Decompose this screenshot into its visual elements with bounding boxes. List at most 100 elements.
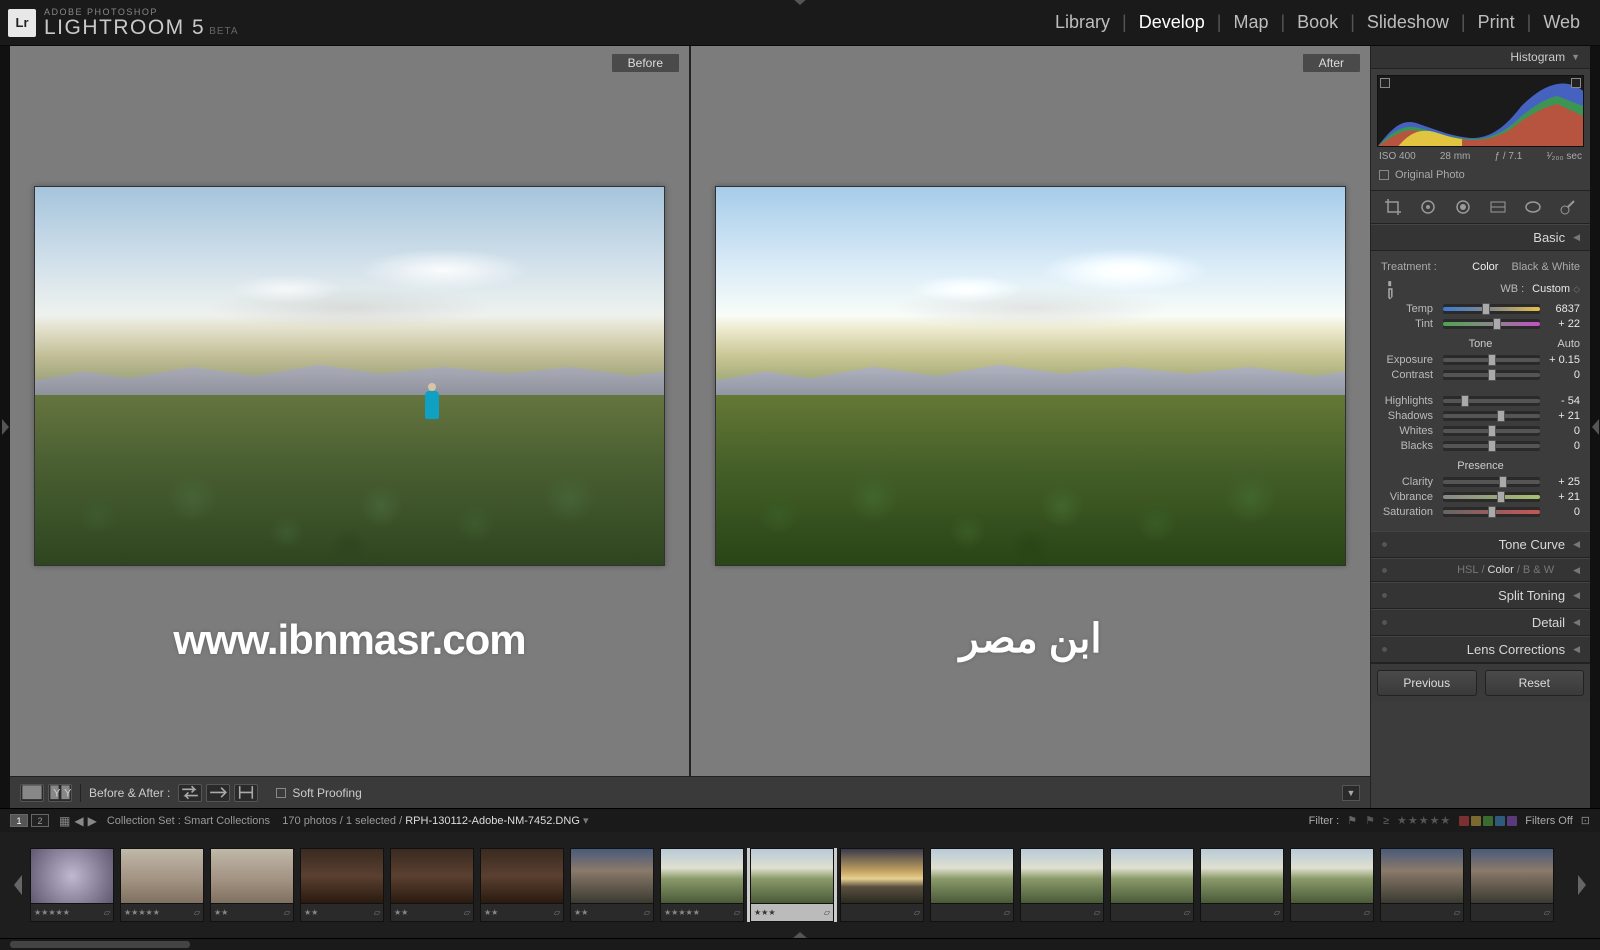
shadows-slider[interactable] bbox=[1443, 411, 1540, 421]
reset-button[interactable]: Reset bbox=[1485, 670, 1585, 696]
exposure-slider[interactable] bbox=[1443, 355, 1540, 365]
filmstrip-thumb[interactable]: ★★▱ bbox=[210, 848, 294, 922]
filmstrip-thumb[interactable]: ▱ bbox=[1200, 848, 1284, 922]
ba-copy-settings-button[interactable] bbox=[234, 784, 258, 802]
exposure-value[interactable]: + 0.15 bbox=[1544, 354, 1580, 366]
filter-lock-icon[interactable]: ⊡ bbox=[1581, 814, 1590, 827]
filmstrip-thumb[interactable]: ★★★▱ bbox=[750, 848, 834, 922]
module-book[interactable]: Book bbox=[1291, 12, 1344, 33]
filmstrip-thumb[interactable]: ★★★★★▱ bbox=[120, 848, 204, 922]
wb-eyedropper-icon[interactable] bbox=[1378, 278, 1401, 301]
toolbar-options-dropdown[interactable]: ▼ bbox=[1342, 785, 1360, 801]
tint-value[interactable]: + 22 bbox=[1544, 318, 1580, 330]
filmstrip-scrollbar[interactable] bbox=[0, 938, 1600, 950]
vibrance-value[interactable]: + 21 bbox=[1544, 491, 1580, 503]
hsl-header[interactable]: HSL/Color/B & W◀ bbox=[1371, 558, 1590, 582]
filmstrip-thumb[interactable]: ★★▱ bbox=[390, 848, 474, 922]
filmstrip-next-icon[interactable] bbox=[1578, 875, 1586, 895]
color-label-red[interactable] bbox=[1459, 816, 1469, 826]
soft-proofing-toggle[interactable]: Soft Proofing bbox=[276, 786, 361, 800]
radial-filter-tool[interactable] bbox=[1520, 197, 1546, 217]
basic-panel-header[interactable]: Basic◀ bbox=[1371, 224, 1590, 251]
saturation-value[interactable]: 0 bbox=[1544, 506, 1580, 518]
treatment-color[interactable]: Color bbox=[1472, 261, 1498, 273]
contrast-slider[interactable] bbox=[1443, 370, 1540, 380]
filmstrip-thumb[interactable]: ★★▱ bbox=[570, 848, 654, 922]
filmstrip-thumb[interactable]: ▱ bbox=[840, 848, 924, 922]
filmstrip-thumb[interactable]: ▱ bbox=[930, 848, 1014, 922]
module-map[interactable]: Map bbox=[1227, 12, 1274, 33]
ba-swap-button[interactable] bbox=[178, 784, 202, 802]
whites-value[interactable]: 0 bbox=[1544, 425, 1580, 437]
filmstrip-thumb[interactable]: ★★▱ bbox=[480, 848, 564, 922]
filter-flag-icon[interactable]: ⚑ bbox=[1347, 814, 1357, 827]
color-label-yellow[interactable] bbox=[1471, 816, 1481, 826]
module-print[interactable]: Print bbox=[1472, 12, 1521, 33]
nav-back-icon[interactable]: ◀ bbox=[74, 814, 83, 828]
ba-copy-button[interactable] bbox=[206, 784, 230, 802]
compare-view-button[interactable]: YY bbox=[48, 784, 72, 802]
color-label-blue[interactable] bbox=[1495, 816, 1505, 826]
nav-forward-icon[interactable]: ▶ bbox=[88, 814, 97, 828]
whites-slider[interactable] bbox=[1443, 426, 1540, 436]
filmstrip-prev-icon[interactable] bbox=[14, 875, 22, 895]
vibrance-slider[interactable] bbox=[1443, 492, 1540, 502]
module-library[interactable]: Library bbox=[1049, 12, 1116, 33]
saturation-slider[interactable] bbox=[1443, 507, 1540, 517]
detail-header[interactable]: Detail◀ bbox=[1371, 609, 1590, 636]
filters-off-dropdown[interactable]: Filters Off bbox=[1525, 815, 1572, 827]
before-photo[interactable] bbox=[34, 186, 665, 566]
auto-tone-button[interactable]: Auto bbox=[1557, 338, 1580, 350]
redeye-tool[interactable] bbox=[1450, 197, 1476, 217]
highlights-value[interactable]: - 54 bbox=[1544, 395, 1580, 407]
spot-removal-tool[interactable] bbox=[1415, 197, 1441, 217]
filmstrip-thumb[interactable]: ▱ bbox=[1020, 848, 1104, 922]
previous-button[interactable]: Previous bbox=[1377, 670, 1477, 696]
adjustment-brush-tool[interactable] bbox=[1555, 197, 1581, 217]
color-label-purple[interactable] bbox=[1507, 816, 1517, 826]
wb-dropdown[interactable]: Custom◇ bbox=[1532, 283, 1580, 295]
display-1-button[interactable]: 1 bbox=[10, 814, 28, 827]
histogram-graph[interactable] bbox=[1377, 75, 1584, 147]
blacks-value[interactable]: 0 bbox=[1544, 440, 1580, 452]
panel-collapse-top-icon[interactable] bbox=[792, 0, 808, 5]
filmstrip-thumb[interactable]: ▱ bbox=[1470, 848, 1554, 922]
module-develop[interactable]: Develop bbox=[1133, 12, 1211, 33]
blacks-slider[interactable] bbox=[1443, 441, 1540, 451]
contrast-value[interactable]: 0 bbox=[1544, 369, 1580, 381]
highlight-clip-indicator[interactable] bbox=[1571, 78, 1581, 88]
shadows-value[interactable]: + 21 bbox=[1544, 410, 1580, 422]
temp-slider[interactable] bbox=[1443, 304, 1540, 314]
module-slideshow[interactable]: Slideshow bbox=[1361, 12, 1455, 33]
collection-path[interactable]: Collection Set : Smart Collections bbox=[107, 815, 270, 827]
graduated-filter-tool[interactable] bbox=[1485, 197, 1511, 217]
shadow-clip-indicator[interactable] bbox=[1380, 78, 1390, 88]
filmstrip-thumb[interactable]: ▱ bbox=[1110, 848, 1194, 922]
histogram-header[interactable]: Histogram▼ bbox=[1371, 46, 1590, 69]
color-label-green[interactable] bbox=[1483, 816, 1493, 826]
after-photo[interactable] bbox=[715, 186, 1346, 566]
current-filename[interactable]: RPH-130112-Adobe-NM-7452.DNG bbox=[405, 815, 580, 827]
split-toning-header[interactable]: Split Toning◀ bbox=[1371, 582, 1590, 609]
crop-tool[interactable] bbox=[1380, 197, 1406, 217]
filmstrip-thumb[interactable]: ★★▱ bbox=[300, 848, 384, 922]
filmstrip-thumb[interactable]: ▱ bbox=[1380, 848, 1464, 922]
highlights-slider[interactable] bbox=[1443, 396, 1540, 406]
tint-slider[interactable] bbox=[1443, 319, 1540, 329]
right-panel-collapse-icon[interactable] bbox=[1590, 46, 1600, 808]
filmstrip-thumb[interactable]: ★★★★★▱ bbox=[660, 848, 744, 922]
filmstrip-thumb[interactable]: ★★★★★▱ bbox=[30, 848, 114, 922]
temp-value[interactable]: 6837 bbox=[1544, 303, 1580, 315]
filter-reject-icon[interactable]: ⚑ bbox=[1365, 814, 1375, 827]
left-panel-expand-icon[interactable] bbox=[0, 46, 10, 808]
clarity-slider[interactable] bbox=[1443, 477, 1540, 487]
loupe-view-button[interactable] bbox=[20, 784, 44, 802]
display-2-button[interactable]: 2 bbox=[31, 814, 49, 827]
grid-view-icon[interactable]: ▦ bbox=[59, 814, 70, 828]
original-photo-toggle[interactable]: Original Photo bbox=[1377, 166, 1584, 184]
lens-corrections-header[interactable]: Lens Corrections◀ bbox=[1371, 636, 1590, 663]
module-web[interactable]: Web bbox=[1537, 12, 1586, 33]
filter-rating[interactable]: ★★★★★ bbox=[1397, 814, 1451, 827]
treatment-bw[interactable]: Black & White bbox=[1512, 261, 1580, 273]
filmstrip-thumb[interactable]: ▱ bbox=[1290, 848, 1374, 922]
